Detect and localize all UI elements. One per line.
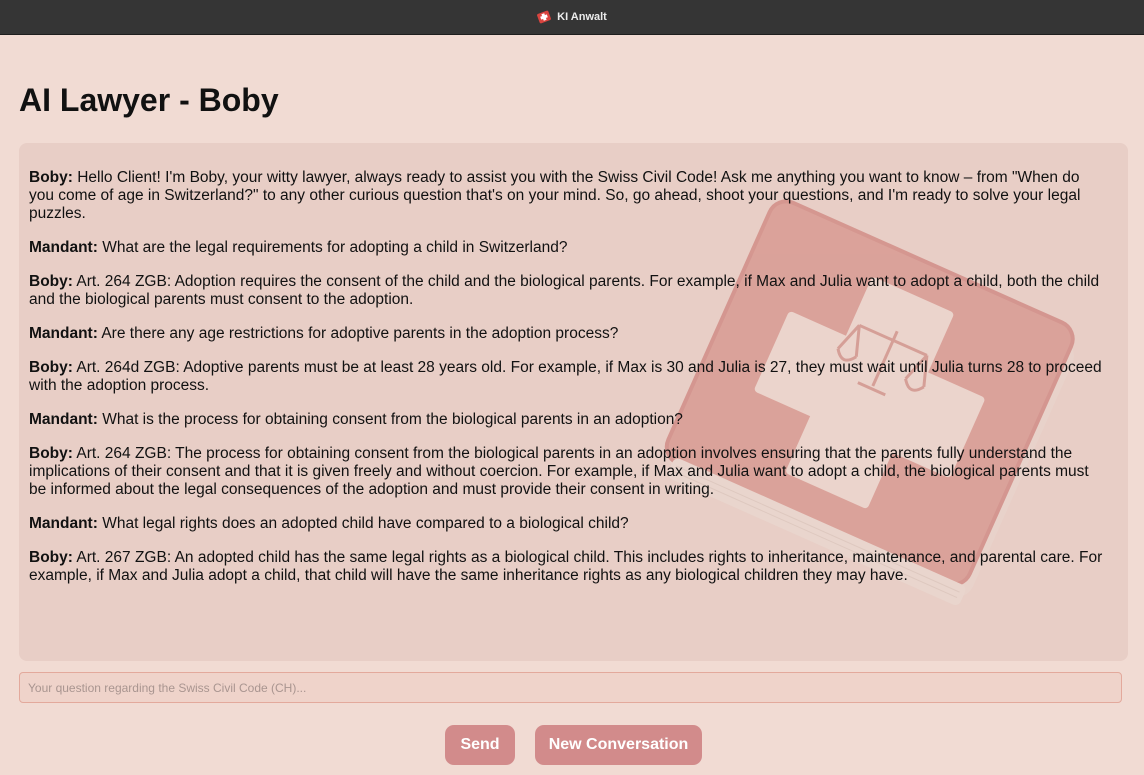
message-text: Hello Client! I'm Boby, your witty lawye…	[29, 169, 1081, 222]
chat-message: Boby: Hello Client! I'm Boby, your witty…	[29, 169, 1108, 223]
message-sender: Boby:	[29, 169, 73, 186]
window-title: KI Anwalt	[557, 11, 607, 23]
message-text: What legal rights does an adopted child …	[97, 515, 629, 532]
message-sender: Mandant:	[29, 515, 98, 532]
message-text: Art. 264 ZGB: Adoption requires the cons…	[29, 273, 1100, 308]
chat-message: Boby: Art. 264 ZGB: Adoption requires th…	[29, 273, 1108, 309]
chat-message: Mandant: What legal rights does an adopt…	[29, 515, 1108, 533]
message-text: Art. 264 ZGB: The process for obtaining …	[29, 445, 1089, 498]
message-sender: Boby:	[29, 359, 73, 376]
chat-panel: Boby: Hello Client! I'm Boby, your witty…	[19, 143, 1128, 661]
message-text: Are there any age restrictions for adopt…	[97, 325, 619, 342]
question-input[interactable]	[19, 672, 1122, 703]
chat-message: Boby: Art. 264d ZGB: Adoptive parents mu…	[29, 359, 1108, 395]
message-text: What are the legal requirements for adop…	[97, 239, 568, 256]
page-title: AI Lawyer - Boby	[19, 82, 279, 118]
message-text: What is the process for obtaining consen…	[97, 411, 683, 428]
chat-message: Boby: Art. 267 ZGB: An adopted child has…	[29, 549, 1108, 585]
new-conversation-button[interactable]: New Conversation	[535, 725, 702, 765]
message-sender: Mandant:	[29, 239, 98, 256]
message-text: Art. 264d ZGB: Adoptive parents must be …	[29, 359, 1102, 394]
send-button[interactable]: Send	[445, 725, 515, 765]
chat-message: Mandant: What are the legal requirements…	[29, 239, 1108, 257]
message-sender: Boby:	[29, 445, 73, 462]
message-sender: Boby:	[29, 549, 73, 566]
chat-message: Boby: Art. 264 ZGB: The process for obta…	[29, 445, 1108, 499]
message-text: Art. 267 ZGB: An adopted child has the s…	[29, 549, 1103, 584]
message-list: Boby: Hello Client! I'm Boby, your witty…	[19, 143, 1128, 585]
swiss-law-book-icon	[537, 10, 552, 24]
message-sender: Mandant:	[29, 325, 98, 342]
message-sender: Mandant:	[29, 411, 98, 428]
window-titlebar: KI Anwalt	[0, 0, 1144, 35]
chat-message: Mandant: Are there any age restrictions …	[29, 325, 1108, 343]
message-sender: Boby:	[29, 273, 73, 290]
chat-message: Mandant: What is the process for obtaini…	[29, 411, 1108, 429]
